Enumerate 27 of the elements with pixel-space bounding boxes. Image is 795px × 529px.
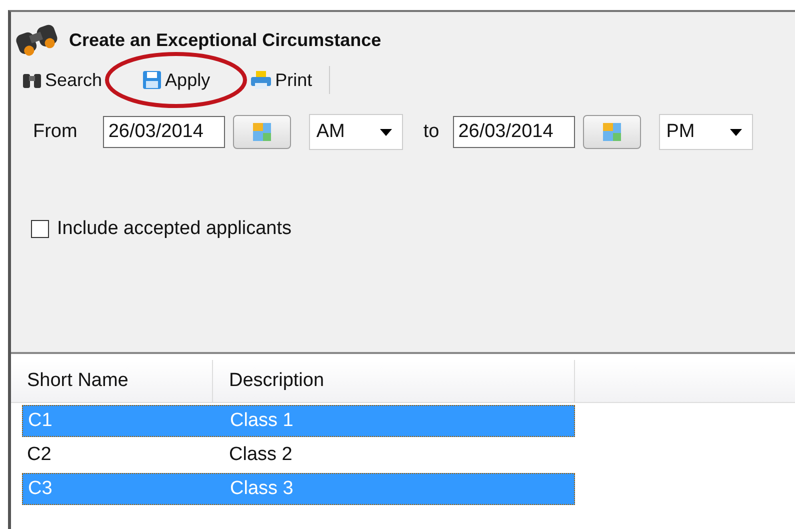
table-cell-text: Class 2 <box>228 444 294 466</box>
to-label: to <box>423 121 440 143</box>
calendar-button[interactable] <box>233 115 292 149</box>
toolbar-button[interactable]: Print <box>247 68 316 92</box>
table-row[interactable]: C2 Class 2 <box>22 439 575 471</box>
period-dropdown[interactable]: AM <box>309 114 404 150</box>
checkbox[interactable] <box>31 220 49 238</box>
printer-icon <box>250 70 272 90</box>
date-field[interactable]: 26/03/2014 <box>103 116 226 148</box>
toolbar-button[interactable]: Search <box>19 68 106 92</box>
window-title: Create an Exceptional Circumstance <box>69 30 382 50</box>
period-dropdown[interactable]: PM <box>659 114 754 150</box>
checkbox-label: Include accepted applicants <box>57 218 292 240</box>
table-cell-text: Class 3 <box>229 478 294 500</box>
calendar-icon <box>601 121 624 143</box>
table-cell-text: Class 1 <box>229 410 294 432</box>
column-header[interactable]: Description <box>213 360 575 402</box>
table-cell-text: C2 <box>26 444 52 466</box>
calendar-button[interactable] <box>583 115 642 149</box>
table-cell-text: C3 <box>27 478 54 500</box>
dropdown-arrow-icon <box>380 128 392 136</box>
date-field[interactable]: 26/03/2014 <box>453 116 576 148</box>
table-cell-text: C1 <box>27 410 54 432</box>
from-label: From <box>33 121 78 143</box>
column-header[interactable]: Short Name <box>11 360 213 402</box>
calendar-icon <box>251 121 274 143</box>
dropdown-arrow-icon <box>730 128 742 136</box>
